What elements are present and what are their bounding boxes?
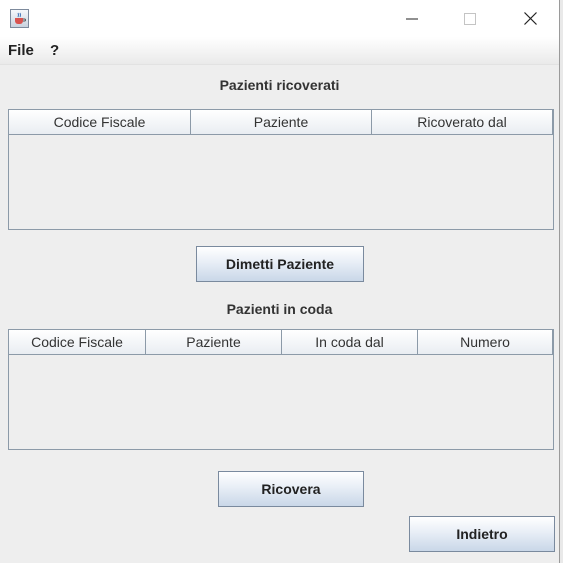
java-cup-icon bbox=[10, 9, 29, 28]
column-header-in-coda-dal[interactable]: In coda dal bbox=[282, 330, 418, 355]
menu-file[interactable]: File bbox=[8, 42, 34, 59]
ricovera-button[interactable]: Ricovera bbox=[218, 471, 364, 507]
ricoverati-table-header: Codice Fiscale Paziente Ricoverato dal bbox=[9, 110, 553, 135]
section-title-ricoverati: Pazienti ricoverati bbox=[219, 77, 340, 93]
column-header-codice-fiscale[interactable]: Codice Fiscale bbox=[9, 110, 191, 135]
dimetti-paziente-button[interactable]: Dimetti Paziente bbox=[196, 246, 364, 282]
main-window: File ? Pazienti ricoverati Codice Fiscal… bbox=[0, 0, 560, 563]
close-button[interactable] bbox=[507, 0, 553, 37]
coda-table-header: Codice Fiscale Paziente In coda dal Nume… bbox=[9, 330, 553, 355]
close-icon bbox=[523, 12, 537, 25]
column-header-numero[interactable]: Numero bbox=[418, 330, 553, 355]
minimize-button[interactable] bbox=[389, 0, 435, 37]
ricoverati-table[interactable]: Codice Fiscale Paziente Ricoverato dal bbox=[8, 109, 554, 230]
menu-bar bbox=[0, 37, 559, 65]
section-title-coda: Pazienti in coda bbox=[226, 301, 333, 317]
column-header-paziente[interactable]: Paziente bbox=[146, 330, 282, 355]
column-header-codice-fiscale[interactable]: Codice Fiscale bbox=[9, 330, 146, 355]
minimize-icon bbox=[406, 18, 418, 19]
title-bar[interactable] bbox=[0, 0, 559, 37]
indietro-button[interactable]: Indietro bbox=[409, 516, 555, 552]
maximize-icon bbox=[464, 12, 476, 25]
menu-help[interactable]: ? bbox=[50, 42, 59, 59]
coda-table[interactable]: Codice Fiscale Paziente In coda dal Nume… bbox=[8, 329, 554, 450]
column-header-paziente[interactable]: Paziente bbox=[191, 110, 372, 135]
column-header-ricoverato-dal[interactable]: Ricoverato dal bbox=[372, 110, 553, 135]
maximize-button[interactable] bbox=[447, 0, 493, 37]
